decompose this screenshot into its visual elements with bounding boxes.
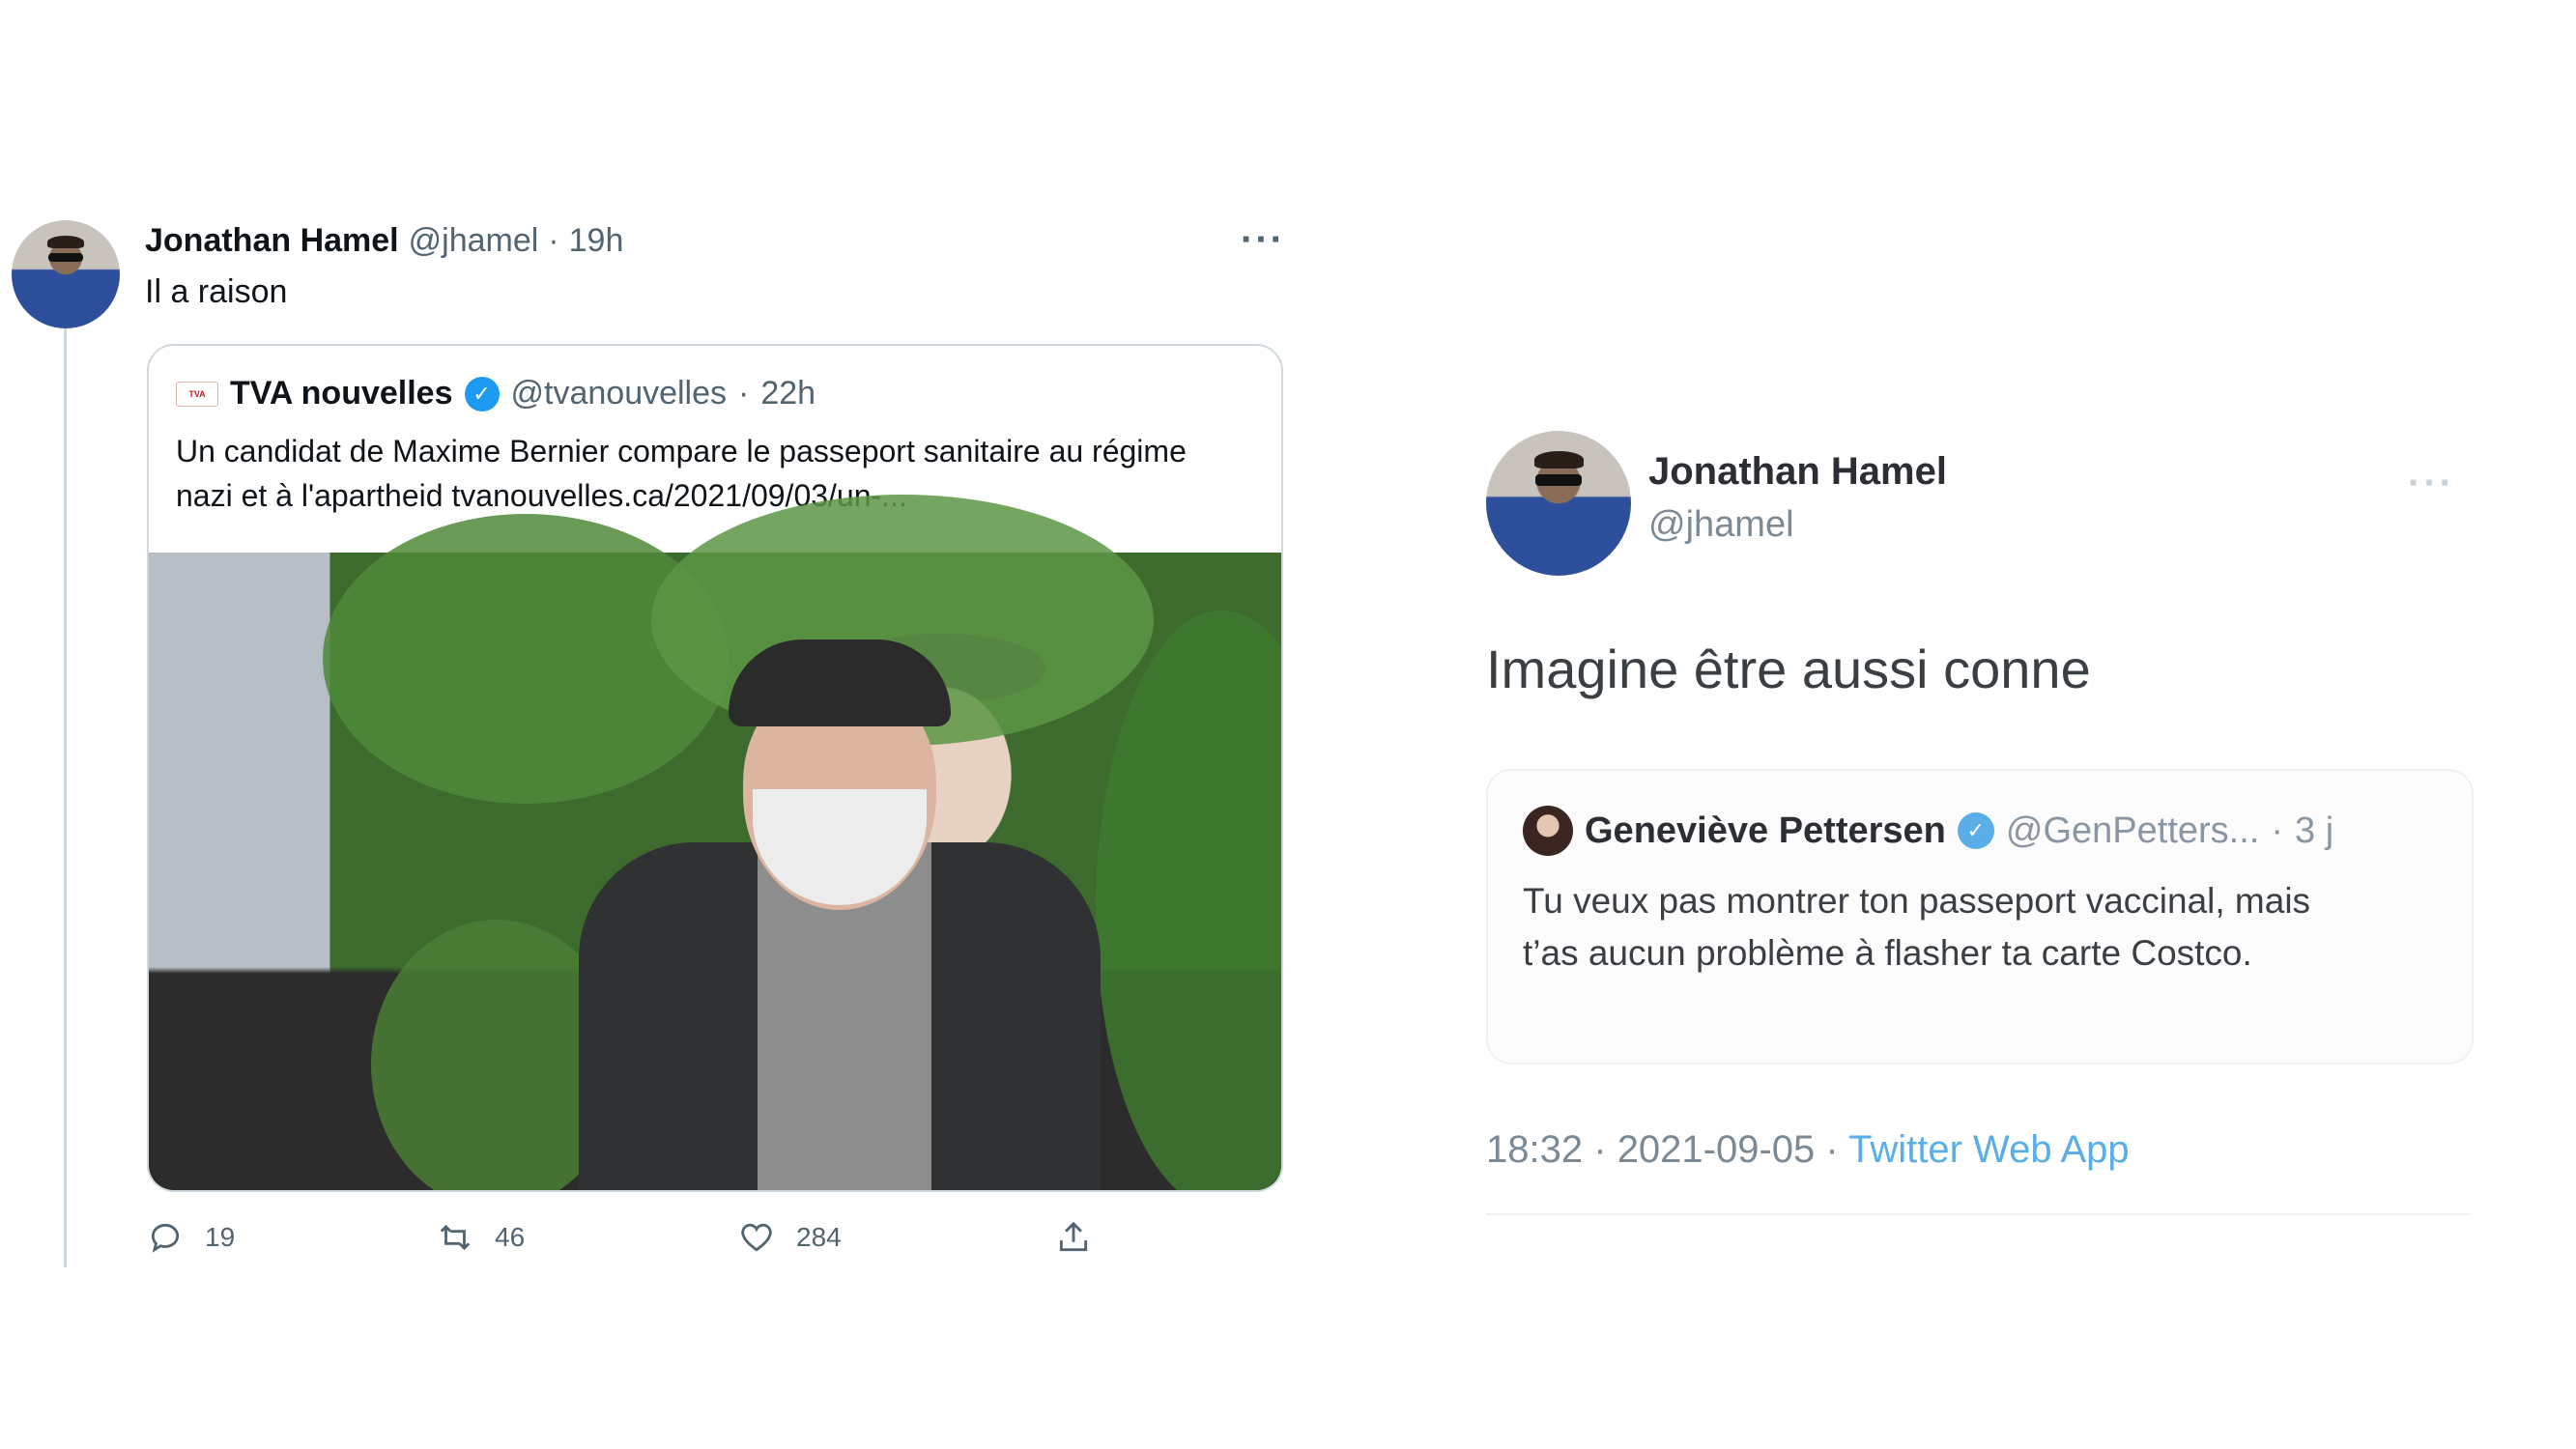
quoted-tweet-time[interactable]: 22h bbox=[760, 375, 816, 412]
reply-count: 19 bbox=[205, 1222, 236, 1252]
share-button[interactable] bbox=[1055, 1219, 1092, 1256]
tweet-header: Jonathan Hamel @jhamel · 19h bbox=[145, 222, 623, 260]
more-options-icon[interactable]: ··· bbox=[2408, 462, 2455, 505]
avatar[interactable] bbox=[12, 220, 120, 328]
avatar[interactable] bbox=[1486, 431, 1631, 576]
author-name[interactable]: Jonathan Hamel bbox=[145, 222, 399, 260]
like-count: 284 bbox=[796, 1222, 842, 1252]
left-tweet: Jonathan Hamel @jhamel · 19h ··· Il a ra… bbox=[0, 0, 1295, 1285]
quoted-tweet-header: TVA TVA nouvelles ✓ @tvanouvelles · 22h bbox=[176, 375, 816, 412]
quoted-tweet-text: Un candidat de Maxime Bernier compare le… bbox=[176, 434, 1187, 513]
quoted-avatar[interactable] bbox=[1523, 806, 1573, 856]
tweet-time[interactable]: 19h bbox=[569, 222, 624, 260]
author-handle[interactable]: @jhamel bbox=[1648, 504, 1794, 546]
separator-dot: · bbox=[738, 375, 750, 412]
retweet-button[interactable]: 46 bbox=[437, 1219, 738, 1256]
verified-badge-icon: ✓ bbox=[1957, 812, 1994, 849]
quoted-author-name[interactable]: TVA nouvelles bbox=[230, 375, 453, 412]
tweet-date[interactable]: 2021-09-05 bbox=[1617, 1128, 1816, 1171]
separator-dot: · bbox=[1593, 1128, 1607, 1171]
tweet-time[interactable]: 18:32 bbox=[1486, 1128, 1583, 1171]
tva-logo-icon: TVA bbox=[176, 381, 218, 407]
verified-badge-icon: ✓ bbox=[464, 376, 500, 412]
author-handle[interactable]: @jhamel bbox=[409, 222, 539, 260]
quoted-tweet-card[interactable]: TVA TVA nouvelles ✓ @tvanouvelles · 22h … bbox=[147, 344, 1283, 1192]
tweet-meta: 18:32 · 2021-09-05 · Twitter Web App bbox=[1486, 1128, 2130, 1172]
retweet-count: 46 bbox=[495, 1222, 526, 1252]
retweet-icon bbox=[440, 1224, 471, 1251]
separator-dot: · bbox=[548, 222, 559, 259]
quoted-tweet-header: Geneviève Pettersen ✓ @GenPetters... · 3… bbox=[1523, 806, 2333, 856]
more-options-icon[interactable]: ··· bbox=[1241, 218, 1285, 262]
quoted-tweet-card[interactable]: Geneviève Pettersen ✓ @GenPetters... · 3… bbox=[1486, 769, 2474, 1065]
separator-dot: · bbox=[2271, 810, 2284, 851]
right-tweet: Jonathan Hamel @jhamel ··· Imagine être … bbox=[1469, 406, 2532, 1236]
like-button[interactable]: 284 bbox=[738, 1219, 1055, 1256]
quoted-tweet-time[interactable]: 3 j bbox=[2295, 810, 2333, 852]
tweet-actions: 19 46 284 bbox=[147, 1219, 1092, 1256]
tweet-text: Imagine être aussi conne bbox=[1486, 639, 2091, 699]
tweet-text: Il a raison bbox=[145, 273, 288, 310]
quoted-tweet-photo[interactable] bbox=[149, 495, 1281, 1190]
reply-icon bbox=[151, 1223, 180, 1253]
thread-line bbox=[64, 328, 67, 1267]
quoted-tweet-text: Tu veux pas montrer ton passeport vaccin… bbox=[1523, 881, 2311, 973]
quoted-author-handle[interactable]: @tvanouvelles bbox=[511, 375, 728, 412]
share-icon bbox=[1059, 1221, 1088, 1252]
author-name[interactable]: Jonathan Hamel bbox=[1648, 450, 1947, 494]
reply-button[interactable]: 19 bbox=[147, 1219, 437, 1256]
heart-icon bbox=[741, 1223, 772, 1252]
quoted-author-name[interactable]: Geneviève Pettersen bbox=[1585, 810, 1946, 852]
separator-dot: · bbox=[1825, 1128, 1839, 1171]
quoted-author-handle[interactable]: @GenPetters... bbox=[2006, 810, 2259, 852]
tweet-source-link[interactable]: Twitter Web App bbox=[1848, 1128, 2130, 1171]
divider bbox=[1486, 1213, 2470, 1215]
